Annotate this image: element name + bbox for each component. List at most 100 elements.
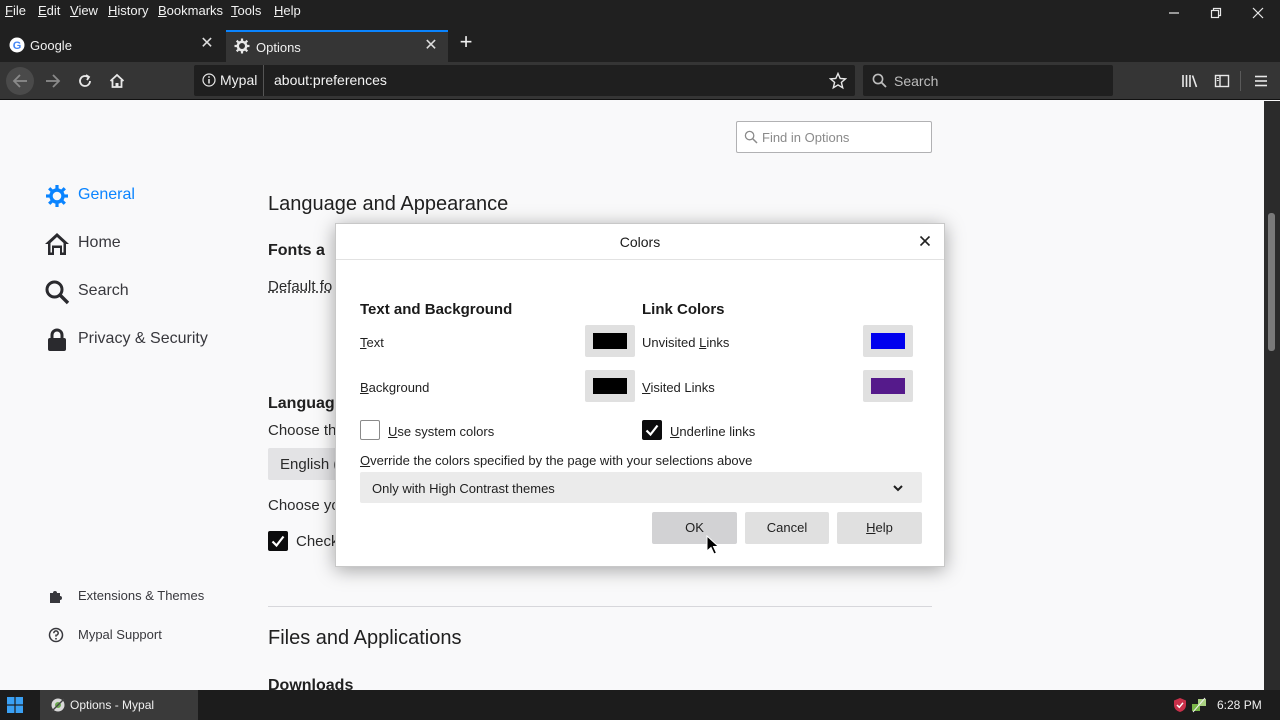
- background-color-picker[interactable]: [585, 370, 635, 402]
- help-icon: [48, 627, 64, 643]
- background-color-swatch: [593, 378, 627, 394]
- mypal-app-icon: [51, 698, 65, 712]
- menu-edit[interactable]: Edit: [38, 3, 60, 18]
- menu-tools[interactable]: Tools: [231, 3, 261, 18]
- check-checkbox[interactable]: [268, 531, 288, 551]
- ok-button-label: OK: [685, 520, 704, 535]
- ok-button[interactable]: OK: [652, 512, 737, 544]
- hamburger-menu-icon: [1255, 75, 1267, 87]
- bookmark-star-icon[interactable]: [829, 72, 847, 90]
- checkmark-icon: [271, 535, 285, 548]
- unvisited-links-color-swatch: [871, 333, 905, 349]
- help-button[interactable]: Help: [837, 512, 922, 544]
- override-colors-select[interactable]: Only with High Contrast themes: [360, 472, 922, 503]
- url-bar[interactable]: Mypal about:preferences: [194, 65, 855, 96]
- dialog-close-button[interactable]: [914, 232, 936, 254]
- tab-strip: G Google ✕ Options ✕ +: [0, 22, 1280, 62]
- taskbar-clock[interactable]: 6:28 PM: [1217, 698, 1262, 712]
- network-icon[interactable]: [1191, 697, 1207, 713]
- choose-text-2: Choose yo: [268, 497, 340, 514]
- menu-view[interactable]: View: [70, 3, 98, 18]
- dialog-title: Colors: [336, 224, 944, 260]
- sidebar-item-label: Privacy & Security: [78, 330, 208, 347]
- sidebar-item-label: Extensions & Themes: [78, 588, 205, 603]
- close-tab-options-button[interactable]: ✕: [422, 37, 440, 55]
- section-heading-fonts: Fonts a: [268, 242, 325, 259]
- text-color-picker[interactable]: [585, 325, 635, 357]
- tab-options[interactable]: Options ✕: [226, 30, 448, 62]
- text-color-swatch: [593, 333, 627, 349]
- mouse-cursor-icon: [706, 535, 720, 555]
- home-button[interactable]: [103, 67, 131, 95]
- identity-label: Mypal: [220, 72, 258, 88]
- language-select-value: English (: [280, 456, 339, 473]
- chevron-down-icon: [893, 485, 903, 492]
- search-icon: [744, 130, 758, 144]
- section-heading-files-applications: Files and Applications: [268, 627, 462, 649]
- shield-icon[interactable]: [1173, 697, 1187, 713]
- use-system-colors-label-accel: U: [388, 424, 398, 439]
- gear-icon: [46, 185, 68, 207]
- sidebar-toggle-button[interactable]: [1208, 67, 1236, 95]
- forward-arrow-icon: [46, 74, 61, 88]
- underline-links-checkbox[interactable]: [642, 420, 662, 440]
- back-button[interactable]: [6, 67, 34, 95]
- visited-links-color-picker[interactable]: [863, 370, 913, 402]
- new-tab-button[interactable]: +: [455, 30, 477, 56]
- override-colors-select-value: Only with High Contrast themes: [372, 481, 555, 496]
- menu-file[interactable]: File: [5, 3, 26, 18]
- menu-help[interactable]: Help: [274, 3, 301, 18]
- home-icon: [45, 233, 69, 255]
- sidebar-icon: [1214, 74, 1230, 88]
- menu-bookmarks-accel: B: [158, 3, 167, 18]
- background-color-label-accel: B: [360, 380, 369, 395]
- sidebar-item-label: General: [78, 186, 135, 203]
- search-bar[interactable]: Search: [863, 65, 1113, 96]
- visited-links-color-swatch: [871, 378, 905, 394]
- menu-bookmarks-label: ookmarks: [166, 3, 224, 18]
- taskbar-app-button[interactable]: Options - Mypal: [40, 690, 198, 720]
- menu-bookmarks[interactable]: Bookmarks: [158, 3, 223, 18]
- menu-history-accel: H: [108, 3, 118, 18]
- page-scrollbar[interactable]: [1264, 101, 1280, 690]
- forward-button[interactable]: [39, 67, 67, 95]
- app-menu-button[interactable]: [1247, 67, 1275, 95]
- search-bar-placeholder: Search: [894, 73, 939, 89]
- tab-google[interactable]: G Google ✕: [0, 30, 224, 62]
- home-icon: [109, 73, 125, 88]
- override-colors-label-rest: verride the colors specified by the page…: [370, 453, 753, 468]
- windows-start-icon[interactable]: [7, 697, 23, 713]
- text-color-label: Text: [360, 335, 384, 350]
- navigation-bar: Mypal about:preferences Search: [0, 62, 1280, 100]
- close-icon: [1252, 7, 1264, 19]
- menu-history[interactable]: History: [108, 3, 148, 18]
- restore-icon: [1210, 7, 1222, 19]
- menu-history-label: istory: [117, 3, 149, 18]
- use-system-colors-label-rest: se system colors: [397, 424, 495, 439]
- tab-options-label: Options: [256, 40, 301, 55]
- library-button[interactable]: [1176, 67, 1204, 95]
- check-label: Check: [296, 533, 339, 550]
- taskbar-app-label: Options - Mypal: [70, 698, 155, 712]
- scrollbar-thumb[interactable]: [1268, 213, 1275, 351]
- unvisited-links-label-pre: Unvisited: [642, 335, 700, 350]
- close-tab-google-button[interactable]: ✕: [198, 35, 216, 53]
- unvisited-links-color-picker[interactable]: [863, 325, 913, 357]
- find-in-options-input[interactable]: Find in Options: [736, 121, 932, 153]
- background-color-label-rest: ackground: [368, 380, 430, 395]
- url-text[interactable]: about:preferences: [274, 72, 387, 88]
- cancel-button-label: Cancel: [766, 520, 808, 535]
- sidebar-item-label: Home: [78, 234, 121, 251]
- reload-button[interactable]: [71, 67, 99, 95]
- cancel-button[interactable]: Cancel: [745, 512, 829, 544]
- taskbar: Options - Mypal 6:28 PM: [0, 690, 1280, 720]
- gear-icon: [234, 38, 250, 54]
- section-divider: [268, 606, 932, 607]
- use-system-colors-checkbox[interactable]: [360, 420, 380, 440]
- identity-box[interactable]: Mypal: [194, 65, 264, 96]
- reload-icon: [79, 74, 91, 87]
- unvisited-links-label-post: inks: [706, 335, 730, 350]
- sidebar-item-label: Search: [78, 282, 129, 299]
- menu-file-label: ile: [12, 3, 26, 18]
- override-colors-label-accel: O: [360, 453, 371, 468]
